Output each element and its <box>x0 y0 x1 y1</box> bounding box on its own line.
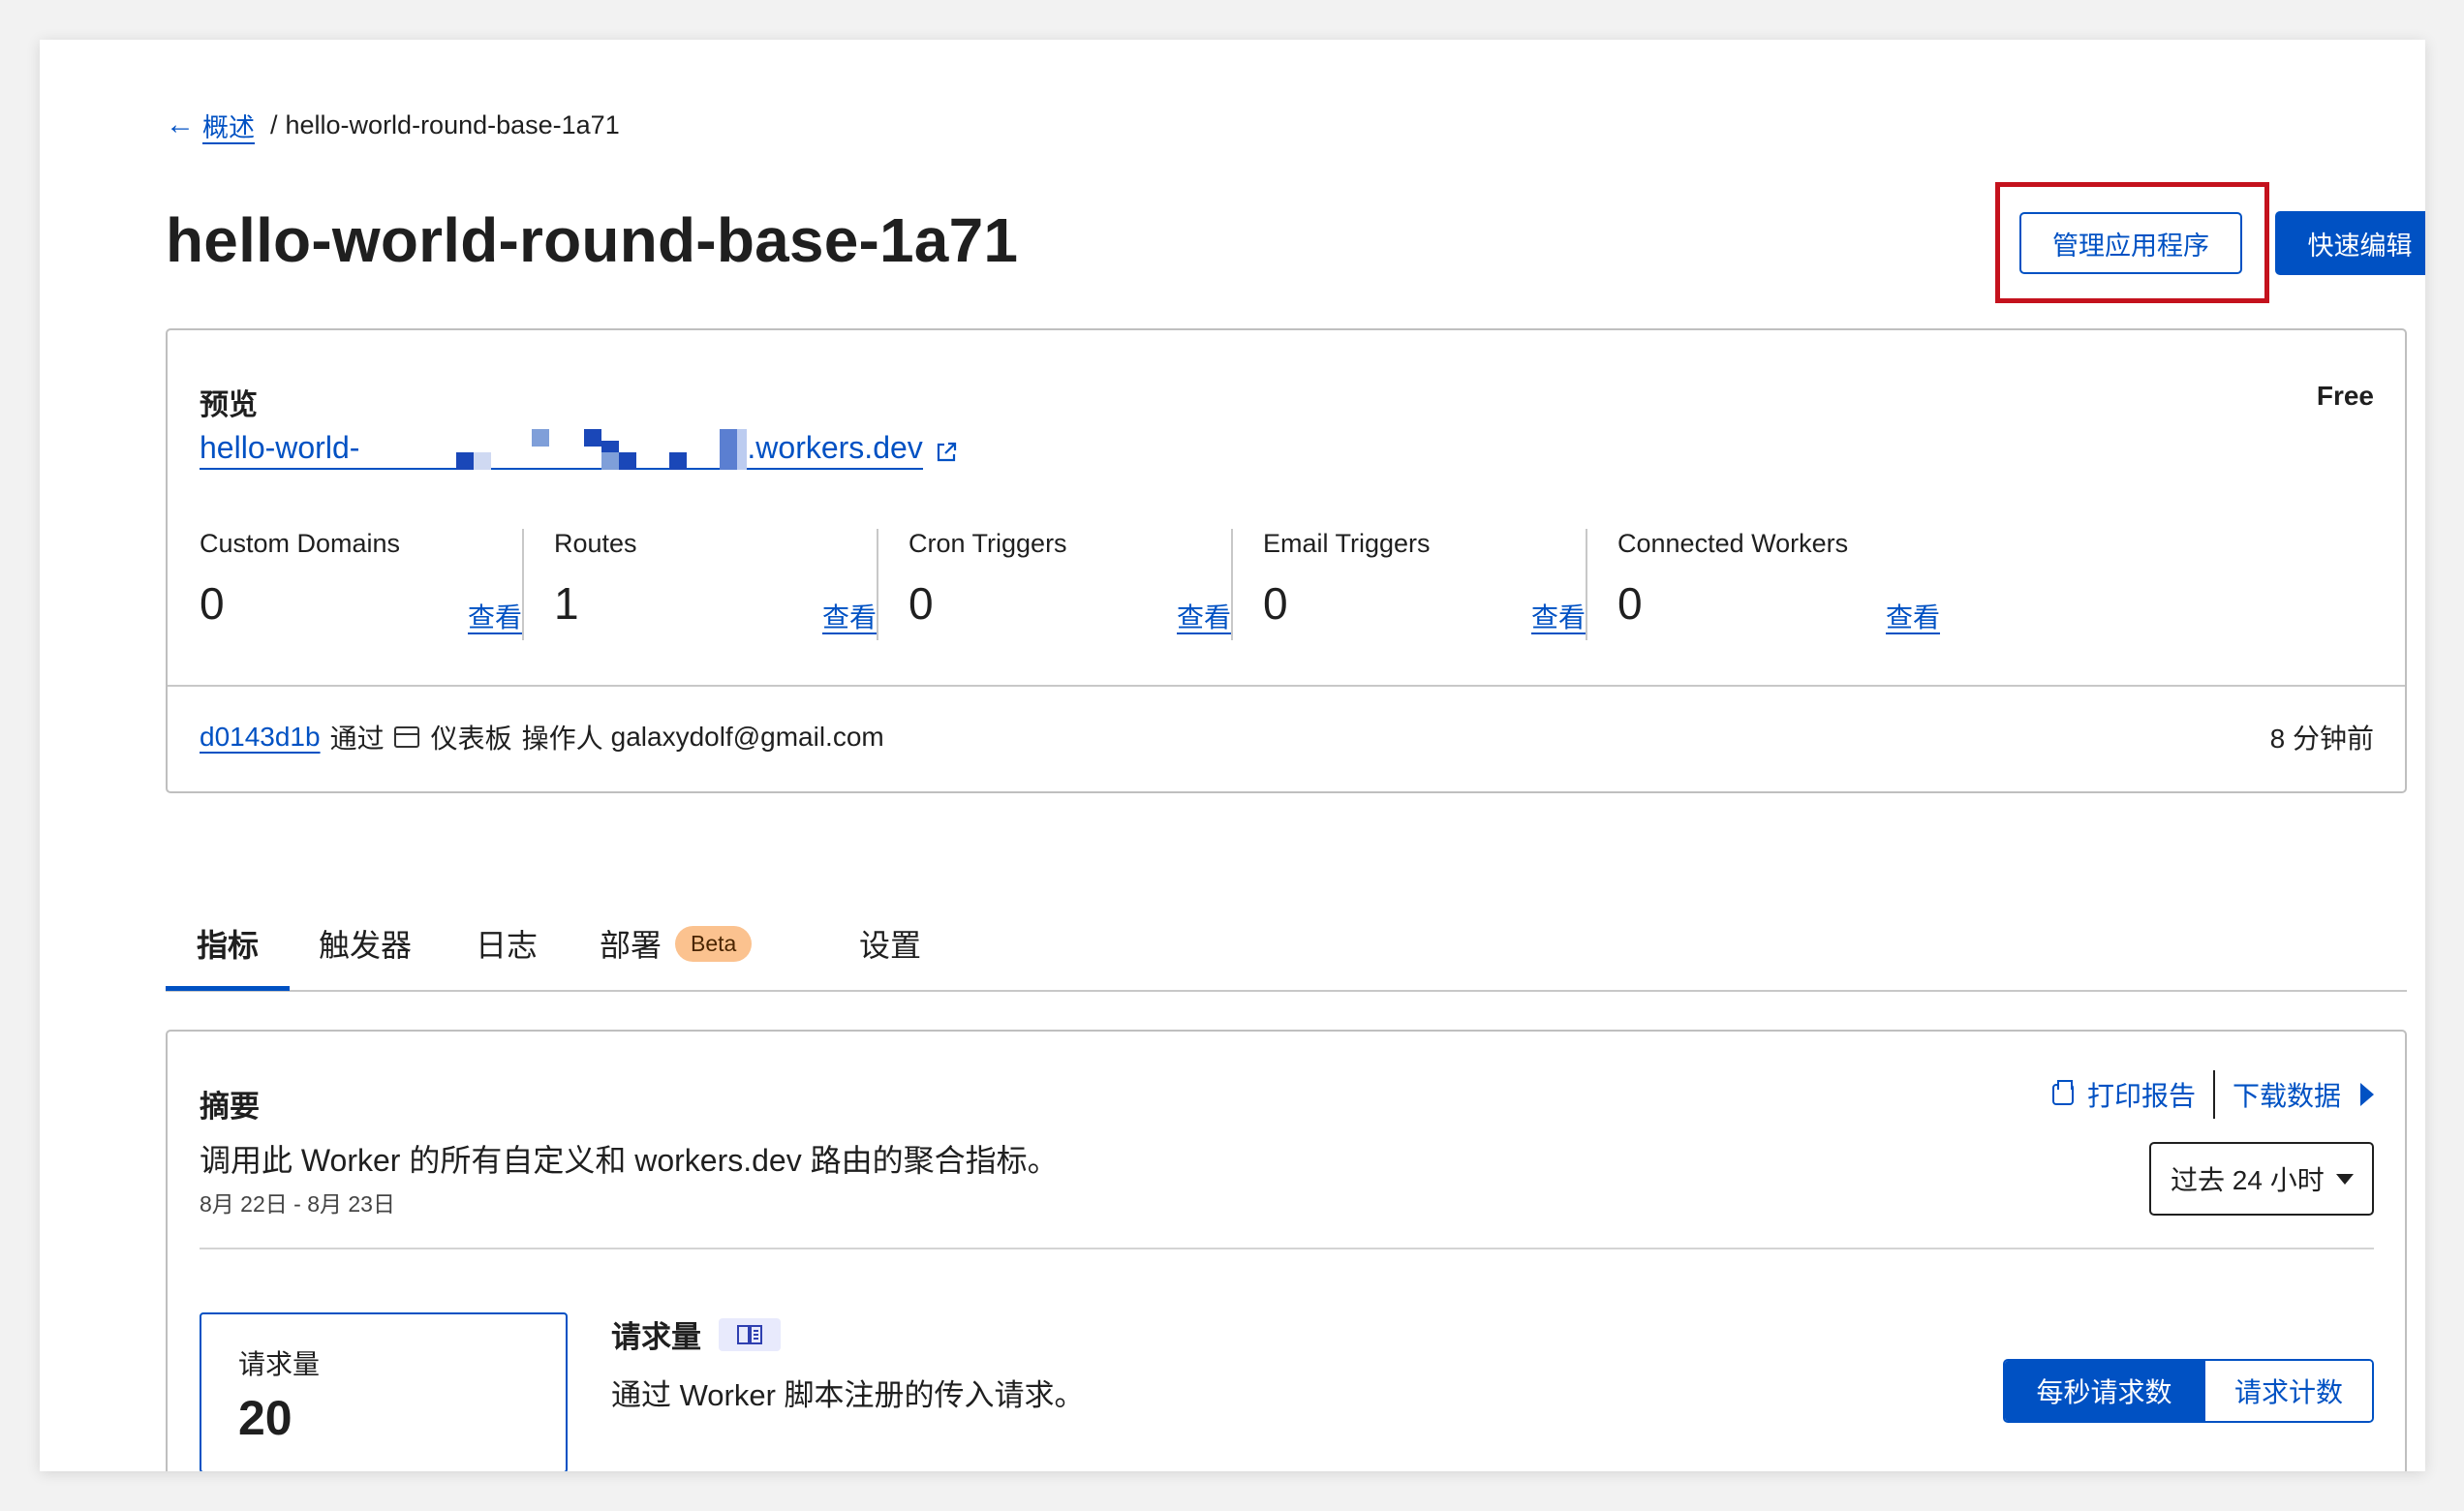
tab-metrics[interactable]: 指标 <box>197 921 259 966</box>
action-divider <box>2212 1070 2215 1119</box>
browser-window: ← 概述 / hello-world-round-base-1a71 hello… <box>40 40 2425 1471</box>
summary-title: 摘要 <box>200 1090 260 1124</box>
dashboard-icon <box>393 726 419 748</box>
via-label: 通过 <box>329 724 385 754</box>
summary-card: 摘要 调用此 Worker 的所有自定义和 workers.dev 路由的聚合指… <box>166 1030 2407 1471</box>
back-arrow-icon[interactable]: ← <box>166 110 195 139</box>
card-divider <box>168 685 2405 687</box>
external-link-icon <box>937 442 956 462</box>
view-cron-triggers-link[interactable]: 查看 <box>1177 597 1231 635</box>
stat-custom-domains: Custom Domains 0 查看 <box>168 529 522 640</box>
main-content: ← 概述 / hello-world-round-base-1a71 hello… <box>166 40 2425 1471</box>
deployment-row: d0143d1b 通过 仪表板 操作人 galaxydolf@gmail.com… <box>200 716 2374 758</box>
stat-value: 1 <box>554 578 579 629</box>
request-count-toggle[interactable]: 请求计数 <box>2203 1361 2372 1421</box>
metric-label: 请求量 <box>238 1349 321 1379</box>
breadcrumb-current: hello-world-round-base-1a71 <box>285 109 620 139</box>
stat-value: 0 <box>1617 578 1643 629</box>
tab-bar: 指标 触发器 日志 部署 Beta 设置 <box>166 892 2407 992</box>
manage-application-button[interactable]: 管理应用程序 <box>2019 212 2242 274</box>
summary-divider <box>200 1248 2374 1249</box>
stat-label: Connected Workers <box>1617 529 1849 558</box>
tab-settings[interactable]: 设置 <box>859 921 921 966</box>
summary-date-range: 8月 22日 - 8月 23日 <box>200 1191 395 1217</box>
operator-email: galaxydolf@gmail.com <box>610 722 884 752</box>
caret-right-icon[interactable] <box>2360 1083 2374 1106</box>
plan-label: Free <box>2316 381 2374 411</box>
requests-title-label: 请求量 <box>611 1320 701 1354</box>
stat-email-triggers: Email Triggers 0 查看 <box>1231 529 1586 640</box>
stat-cron-triggers: Cron Triggers 0 查看 <box>877 529 1231 640</box>
stat-label: Routes <box>554 529 637 558</box>
stat-label: Email Triggers <box>1263 529 1431 558</box>
deploy-time: 8 分钟前 <box>2269 724 2374 754</box>
docs-icon[interactable] <box>719 1317 781 1351</box>
chevron-down-icon <box>2335 1173 2354 1185</box>
tab-triggers[interactable]: 触发器 <box>319 921 412 966</box>
view-connected-workers-link[interactable]: 查看 <box>1886 597 1940 635</box>
print-report-link[interactable]: 打印报告 <box>2087 1075 2196 1114</box>
stat-value: 0 <box>909 578 934 629</box>
view-routes-link[interactable]: 查看 <box>822 597 877 635</box>
view-custom-domains-link[interactable]: 查看 <box>468 597 522 635</box>
page-title: hello-world-round-base-1a71 <box>166 205 1019 275</box>
preview-url-prefix: hello-world- <box>200 430 360 470</box>
requests-section-title: 请求量 <box>611 1312 781 1356</box>
operator-label: 操作人 <box>521 724 603 754</box>
download-data-link[interactable]: 下载数据 <box>2233 1075 2341 1114</box>
beta-badge: Beta <box>675 925 753 962</box>
tab-deployments[interactable]: 部署 Beta <box>600 921 753 966</box>
active-tab-indicator <box>166 986 290 991</box>
commit-link[interactable]: d0143d1b <box>200 722 321 753</box>
stat-value: 0 <box>1263 578 1288 629</box>
requests-metric-card[interactable]: 请求量 20 <box>200 1312 568 1471</box>
breadcrumb-separator: / <box>270 109 278 139</box>
deploy-source: 仪表板 <box>430 724 512 754</box>
requests-description: 通过 Worker 脚本注册的传入请求。 <box>611 1378 1085 1412</box>
requests-per-second-toggle[interactable]: 每秒请求数 <box>2005 1361 2203 1421</box>
requests-view-toggle: 每秒请求数 请求计数 <box>2003 1359 2374 1423</box>
preview-url-suffix: .workers.dev <box>747 430 923 470</box>
time-range-select[interactable]: 过去 24 小时 <box>2149 1142 2374 1216</box>
stat-label: Custom Domains <box>200 529 401 558</box>
redacted-subdomain <box>359 429 748 470</box>
preview-url-link[interactable]: hello-world- .workers.dev <box>200 427 958 470</box>
tab-logs[interactable]: 日志 <box>476 921 538 966</box>
breadcrumb: ← 概述 / hello-world-round-base-1a71 <box>166 106 620 144</box>
view-email-triggers-link[interactable]: 查看 <box>1531 597 1586 635</box>
tab-deployments-label: 部署 <box>600 928 662 963</box>
overview-card: 预览 Free hello-world- .workers.dev Custom… <box>166 328 2407 793</box>
print-icon <box>2051 1080 2074 1105</box>
time-range-value: 过去 24 小时 <box>2171 1165 2325 1195</box>
breadcrumb-overview-link[interactable]: 概述 <box>202 107 255 144</box>
stats-row: Custom Domains 0 查看 Routes 1 查看 Cron Tri… <box>168 529 2405 640</box>
quick-edit-button[interactable]: 快速编辑 <box>2275 211 2425 275</box>
stat-label: Cron Triggers <box>909 529 1067 558</box>
stat-value: 0 <box>200 578 225 629</box>
summary-actions: 打印报告 下载数据 <box>2051 1070 2374 1119</box>
preview-label: 预览 <box>200 389 258 421</box>
summary-description: 调用此 Worker 的所有自定义和 workers.dev 路由的聚合指标。 <box>200 1143 1059 1178</box>
stat-routes: Routes 1 查看 <box>522 529 877 640</box>
stat-connected-workers: Connected Workers 0 查看 <box>1586 529 1940 640</box>
metric-value: 20 <box>238 1391 293 1445</box>
